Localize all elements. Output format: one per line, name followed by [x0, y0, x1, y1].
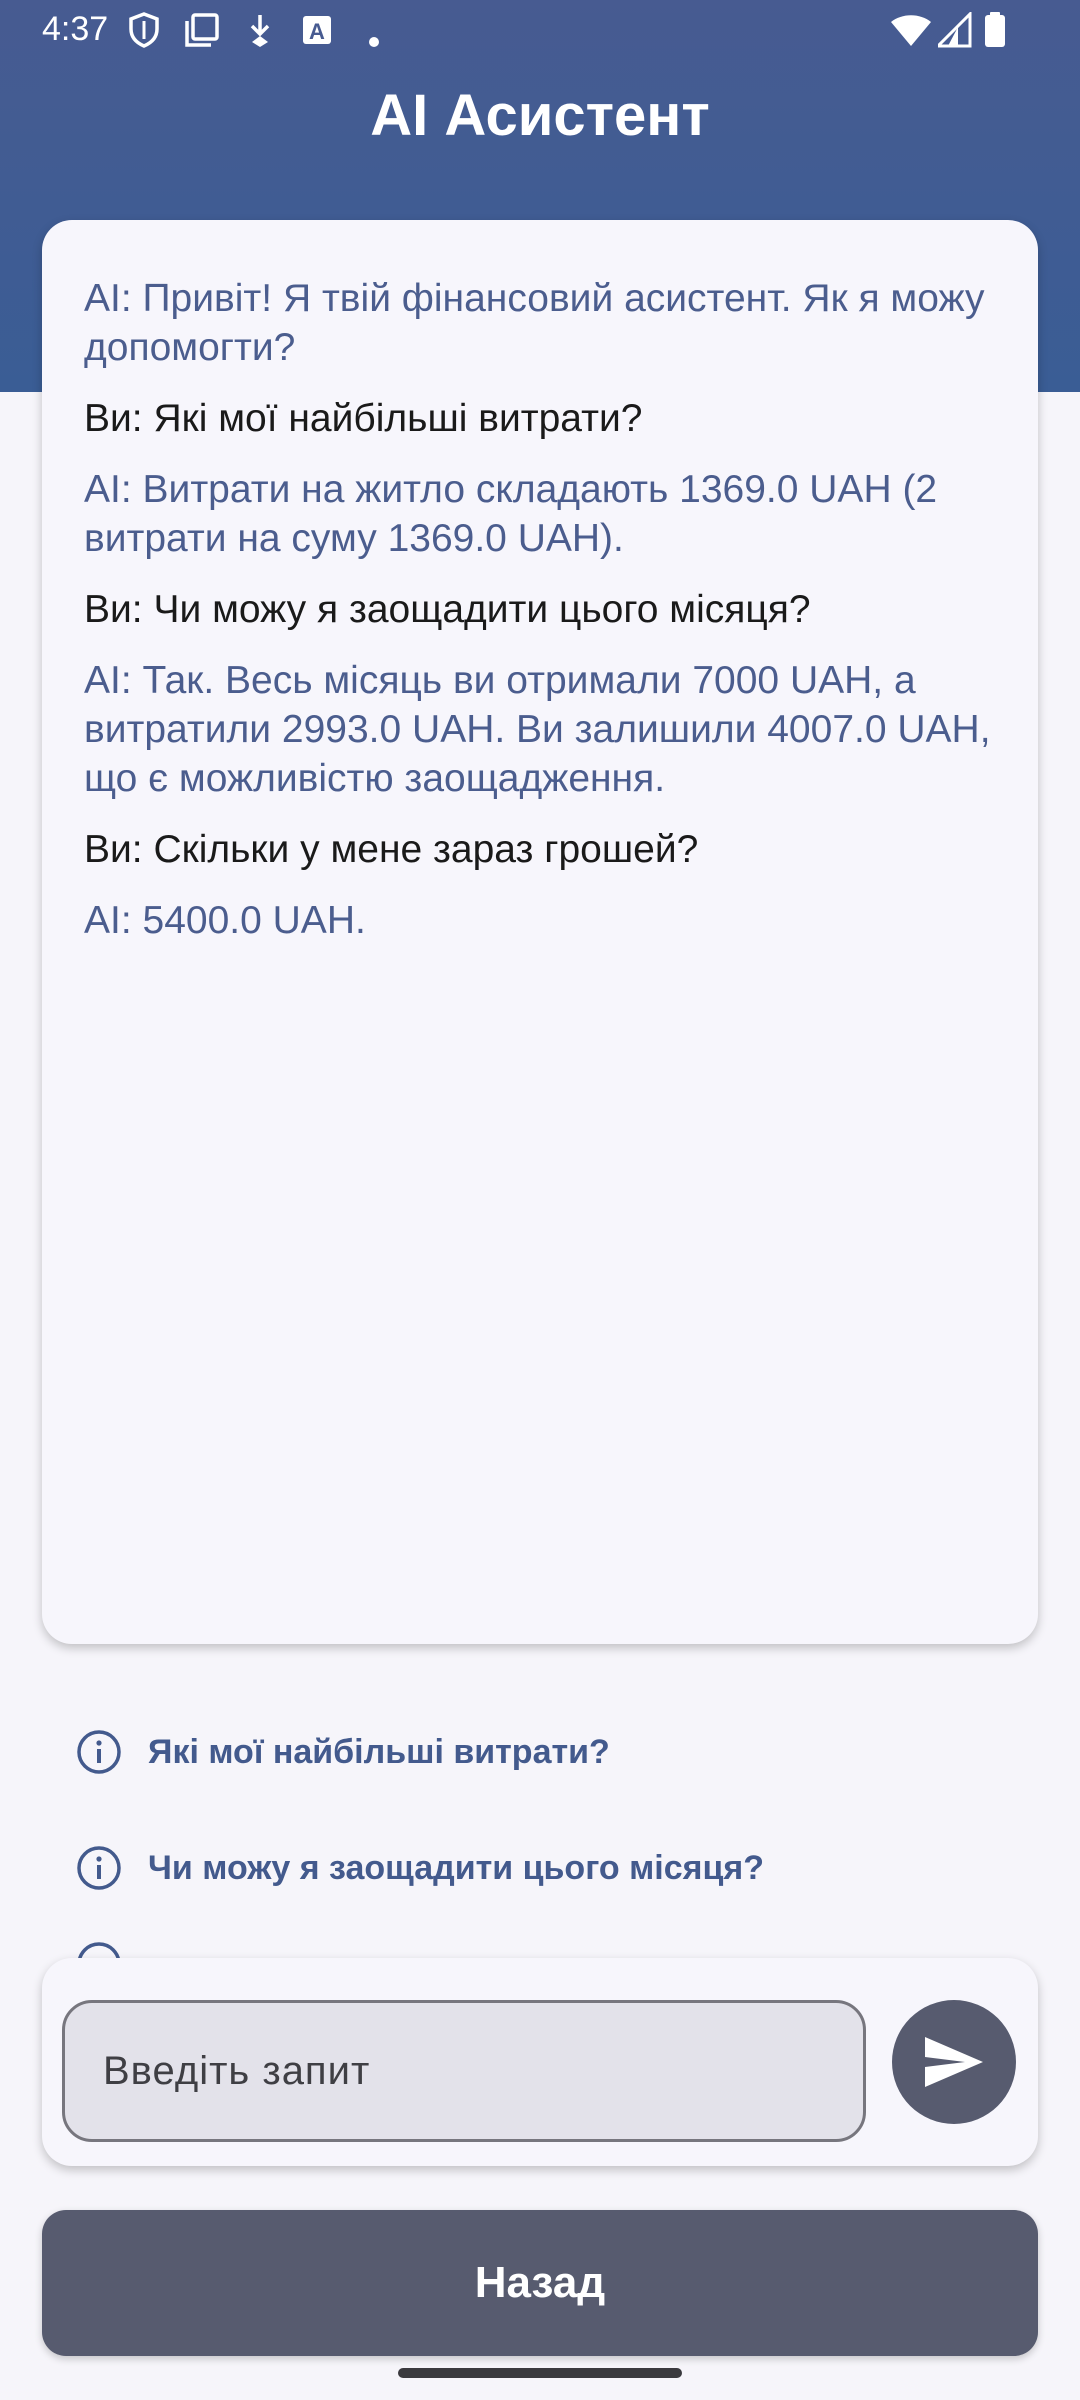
home-indicator[interactable] — [398, 2368, 682, 2378]
chat-panel: AI: Привіт! Я твій фінансовий асистент. … — [42, 220, 1038, 1644]
wifi-icon — [891, 15, 931, 46]
download-icon — [250, 15, 270, 47]
status-time: 4:37 — [42, 10, 109, 48]
send-button[interactable] — [892, 2000, 1016, 2124]
chat-message-ai: AI: Привіт! Я твій фінансовий асистент. … — [84, 277, 985, 369]
screen-copy-icon — [185, 13, 219, 47]
suggestion-chip[interactable]: Чи можу я заощадити цього місяця? — [76, 1838, 764, 1898]
page-title: AI Асистент — [370, 83, 710, 148]
signal-icon — [938, 12, 972, 48]
suggestion-label: Які мої найбільші витрати? — [148, 1732, 610, 1771]
svg-text:A: A — [309, 19, 325, 44]
suggestion-list: Які мої найбільші витрати? Чи можу я зао… — [0, 1676, 1080, 1960]
dot-icon — [369, 37, 379, 47]
query-input[interactable] — [62, 2000, 866, 2142]
suggestion-chip-partial[interactable] — [76, 1934, 148, 1960]
suggestion-chip[interactable]: Які мої найбільші витрати? — [76, 1722, 610, 1782]
suggestion-label: Чи можу я заощадити цього місяця? — [148, 1848, 764, 1887]
font-a-icon: A — [303, 16, 331, 44]
chat-message-ai: AI: 5400.0 UAH. — [84, 899, 366, 942]
chat-message-user: Ви: Які мої найбільші витрати? — [84, 397, 643, 440]
battery-icon — [985, 12, 1005, 47]
status-bar: 4:37 A — [0, 0, 1080, 62]
back-button[interactable]: Назад — [42, 2210, 1038, 2356]
shield-icon — [129, 12, 159, 48]
info-icon — [77, 1730, 121, 1774]
chat-message-ai: AI: Витрати на житло складають 1369.0 UA… — [84, 468, 938, 560]
chat-message-user: Ви: Чи можу я заощадити цього місяця? — [84, 588, 811, 631]
chat-message-ai: AI: Так. Весь місяць ви отримали 7000 UA… — [84, 659, 991, 800]
send-icon — [925, 2037, 983, 2087]
info-icon — [77, 1846, 121, 1890]
input-bar — [42, 1958, 1038, 2166]
chat-message-user: Ви: Скільки у мене зараз грошей? — [84, 828, 699, 871]
